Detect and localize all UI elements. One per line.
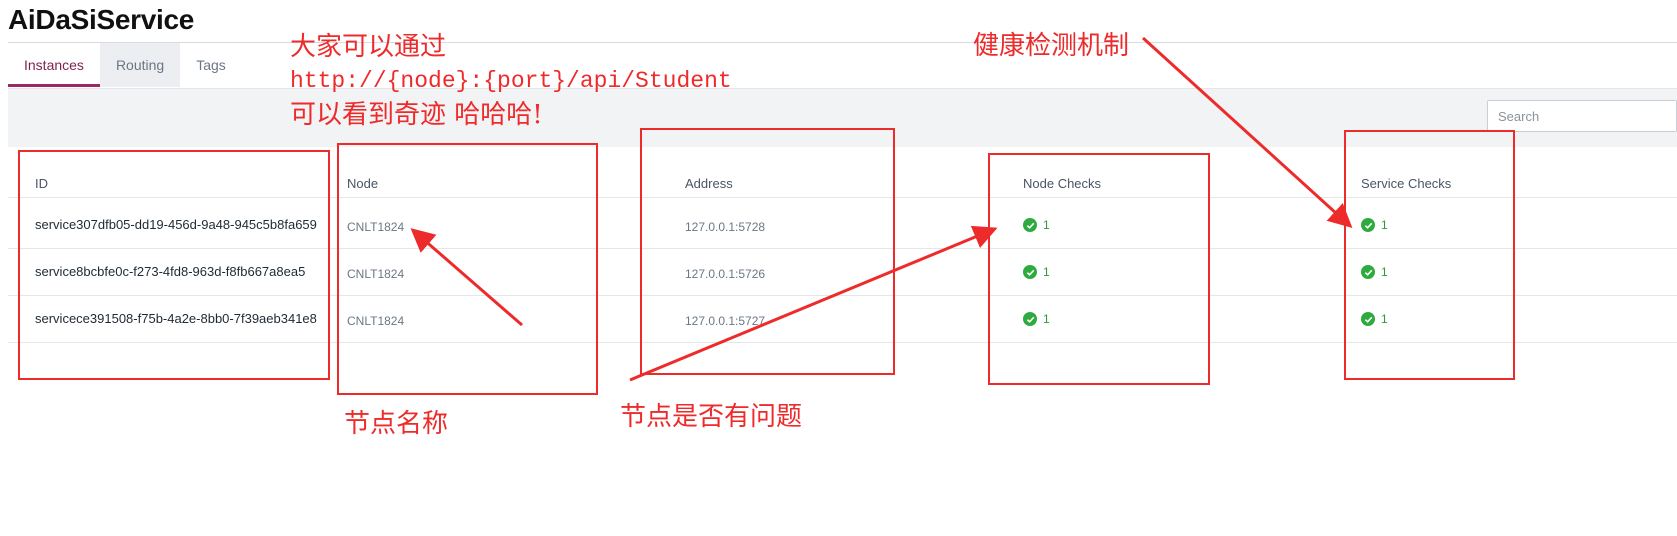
- arrow-to-service-checks: [1141, 36, 1353, 229]
- arrow-to-node-checks: [629, 225, 998, 382]
- arrow-to-node: [410, 228, 523, 327]
- annotation-arrows: [410, 36, 1353, 382]
